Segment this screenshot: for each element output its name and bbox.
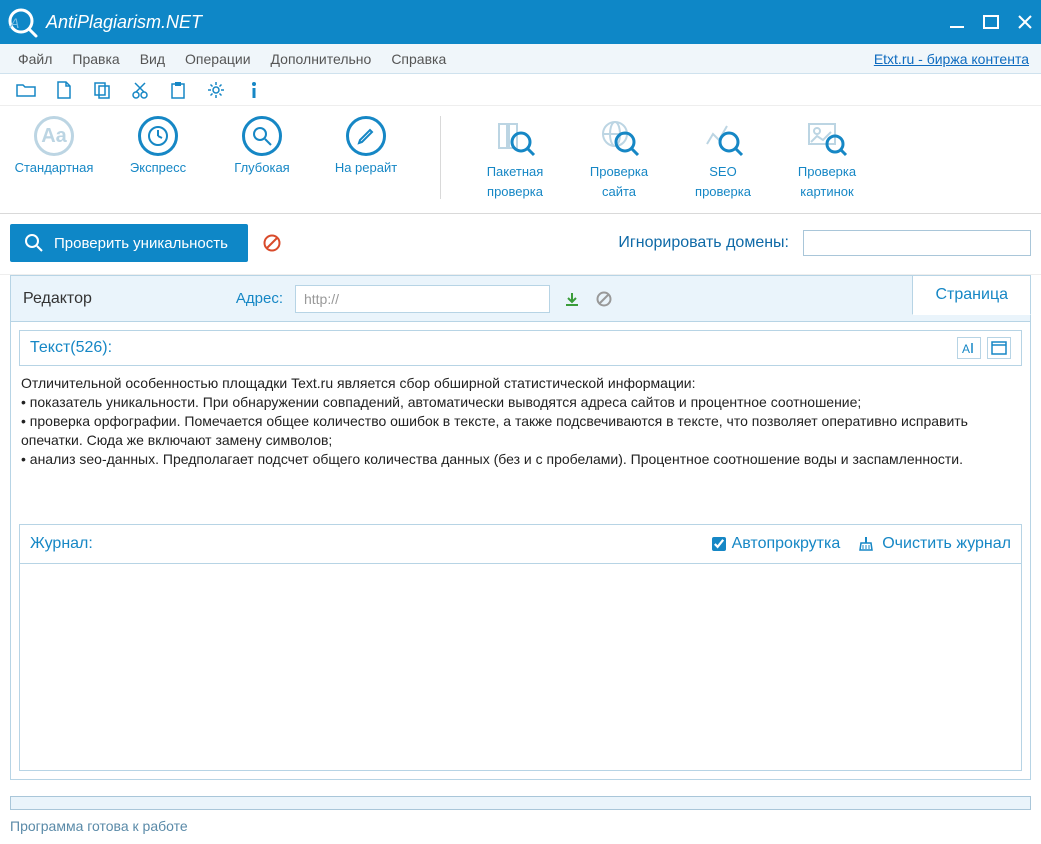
menu-extra[interactable]: Дополнительно bbox=[261, 47, 382, 71]
open-folder-icon[interactable] bbox=[16, 80, 36, 100]
clear-journal-label: Очистить журнал bbox=[882, 535, 1011, 553]
progress-bar bbox=[10, 796, 1031, 810]
mode-seo[interactable]: SEO проверка bbox=[683, 116, 763, 199]
titlebar: A AntiPlagiarism.NET bbox=[0, 0, 1041, 44]
check-uniqueness-button[interactable]: Проверить уникальность bbox=[10, 224, 248, 262]
maximize-button[interactable] bbox=[981, 12, 1001, 32]
mode-deep-label: Глубокая bbox=[234, 160, 289, 176]
download-icon[interactable] bbox=[562, 289, 582, 309]
mode-rewrite[interactable]: На рерайт bbox=[326, 116, 406, 176]
mode-images[interactable]: Проверка картинок bbox=[787, 116, 867, 199]
mode-seo-label1: SEO bbox=[709, 164, 736, 180]
menu-edit[interactable]: Правка bbox=[62, 47, 129, 71]
page-tab[interactable]: Страница bbox=[912, 275, 1031, 315]
check-uniqueness-label: Проверить уникальность bbox=[54, 235, 228, 252]
magnifier-icon bbox=[24, 233, 44, 253]
menu-operations[interactable]: Операции bbox=[175, 47, 261, 71]
address-cancel-icon[interactable] bbox=[594, 289, 614, 309]
editor-label: Редактор bbox=[23, 290, 92, 308]
status-bar: Программа готова к работе bbox=[0, 810, 1041, 844]
copy-icon[interactable] bbox=[92, 80, 112, 100]
mode-images-label2: картинок bbox=[800, 184, 853, 200]
check-row: Проверить уникальность Игнорировать доме… bbox=[0, 214, 1041, 275]
paste-icon[interactable] bbox=[168, 80, 188, 100]
mode-rewrite-label: На рерайт bbox=[335, 160, 397, 176]
mode-batch-label1: Пакетная bbox=[487, 164, 544, 180]
address-input[interactable] bbox=[295, 285, 550, 313]
small-toolbar bbox=[0, 74, 1041, 106]
info-icon[interactable] bbox=[244, 80, 264, 100]
mode-standard-label: Стандартная bbox=[15, 160, 94, 176]
menubar: Файл Правка Вид Операции Дополнительно С… bbox=[0, 44, 1041, 74]
svg-text:A: A bbox=[962, 342, 970, 355]
etxt-link[interactable]: Etxt.ru - биржа контента bbox=[874, 51, 1033, 67]
autoscroll-input[interactable] bbox=[712, 537, 726, 551]
close-button[interactable] bbox=[1015, 12, 1035, 32]
text-format-icon[interactable]: A bbox=[957, 337, 981, 359]
mode-site-label2: сайта bbox=[602, 184, 636, 200]
minimize-button[interactable] bbox=[947, 12, 967, 32]
mode-standard[interactable]: Aa Стандартная bbox=[14, 116, 94, 176]
journal-label: Журнал: bbox=[30, 535, 93, 553]
editor-box: Текст(526): A Отличительной особенностью… bbox=[10, 321, 1031, 780]
text-header-label: Текст(526): bbox=[30, 339, 112, 357]
cancel-icon[interactable] bbox=[262, 233, 282, 253]
address-row: Редактор Адрес: Страница bbox=[10, 275, 1031, 321]
menu-file[interactable]: Файл bbox=[8, 47, 62, 71]
app-logo-icon: A bbox=[4, 4, 40, 40]
journal-body[interactable] bbox=[19, 564, 1022, 771]
autoscroll-label: Автопрокрутка bbox=[732, 535, 841, 553]
toolbar-divider bbox=[440, 116, 441, 199]
mode-express-label: Экспресс bbox=[130, 160, 186, 176]
svg-text:A: A bbox=[9, 15, 19, 31]
text-header: Текст(526): A bbox=[19, 330, 1022, 366]
journal-header: Журнал: Автопрокрутка Очистить журнал bbox=[19, 524, 1022, 564]
broom-icon bbox=[858, 536, 874, 552]
mode-batch-label2: проверка bbox=[487, 184, 543, 200]
new-file-icon[interactable] bbox=[54, 80, 74, 100]
progress-row bbox=[0, 790, 1041, 810]
menu-view[interactable]: Вид bbox=[130, 47, 175, 71]
menu-help[interactable]: Справка bbox=[381, 47, 456, 71]
text-view-icon[interactable] bbox=[987, 337, 1011, 359]
status-text: Программа готова к работе bbox=[10, 818, 188, 834]
mode-site[interactable]: Проверка сайта bbox=[579, 116, 659, 199]
clear-journal-button[interactable]: Очистить журнал bbox=[858, 535, 1011, 553]
mode-toolbar: Aa Стандартная Экспресс Глубокая На рера… bbox=[0, 106, 1041, 214]
mode-site-label1: Проверка bbox=[590, 164, 648, 180]
mode-express[interactable]: Экспресс bbox=[118, 116, 198, 176]
ignore-domains-label: Игнорировать домены: bbox=[618, 234, 789, 252]
address-label: Адрес: bbox=[236, 290, 283, 307]
cut-icon[interactable] bbox=[130, 80, 150, 100]
text-body[interactable]: Отличительной особенностью площадки Text… bbox=[11, 374, 1030, 524]
mode-seo-label2: проверка bbox=[695, 184, 751, 200]
app-title: AntiPlagiarism.NET bbox=[46, 12, 947, 33]
mode-images-label1: Проверка bbox=[798, 164, 856, 180]
settings-icon[interactable] bbox=[206, 80, 226, 100]
autoscroll-checkbox[interactable]: Автопрокрутка bbox=[712, 535, 841, 553]
mode-deep[interactable]: Глубокая bbox=[222, 116, 302, 176]
mode-batch[interactable]: Пакетная проверка bbox=[475, 116, 555, 199]
page-tab-label: Страница bbox=[935, 286, 1008, 304]
ignore-domains-input[interactable] bbox=[803, 230, 1031, 256]
